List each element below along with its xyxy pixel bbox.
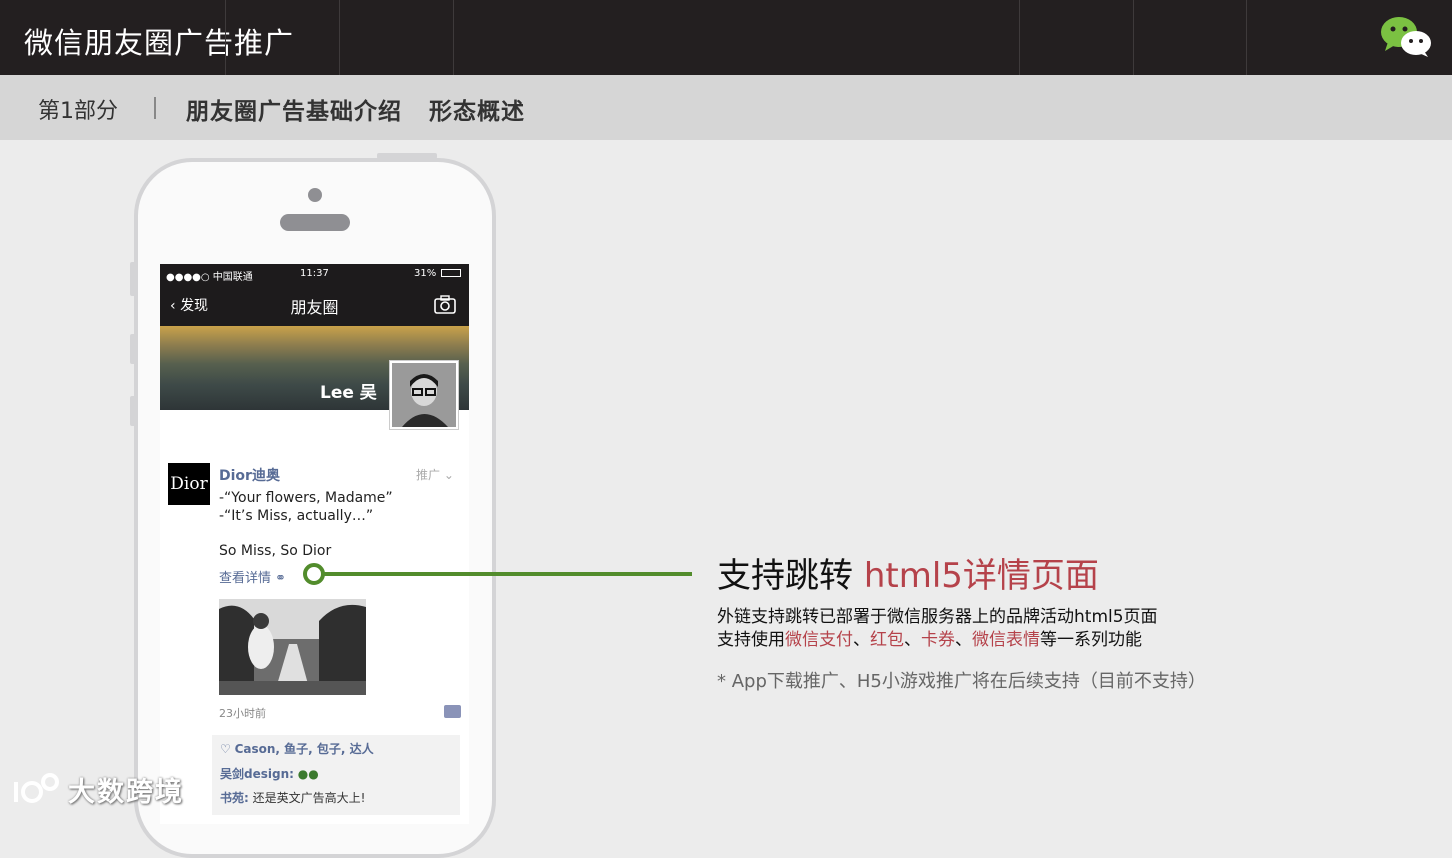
- likes-row: ♡ Cason, 鱼子, 包子, 达人: [220, 740, 374, 757]
- frog-emoji-icon: ●●: [297, 767, 319, 781]
- post-text-line: So Miss, So Dior: [219, 543, 332, 559]
- divider: [453, 0, 454, 75]
- callout-anchor-ring: [303, 563, 325, 585]
- watermark-logo-icon: [14, 773, 59, 803]
- carrier-signal: ●●●●○ 中国联通: [166, 272, 253, 283]
- post-author[interactable]: Dior迪奥: [219, 465, 280, 485]
- divider: [1019, 0, 1020, 75]
- battery-icon: [441, 269, 461, 277]
- post-photo[interactable]: [219, 599, 366, 695]
- divider: [1133, 0, 1134, 75]
- feature-coupon: 卡券: [921, 630, 955, 650]
- avatar-photo: [392, 363, 456, 427]
- status-time: 11:37: [300, 268, 329, 279]
- callout-note: * App下载推广、H5小游戏推广将在后续支持（目前不支持）: [717, 671, 1206, 692]
- camera-icon[interactable]: [434, 294, 456, 314]
- comment-row: 书苑: 还是英文广告高大上!: [220, 789, 365, 806]
- avatar[interactable]: [389, 360, 459, 430]
- feature-delimiter: 、: [955, 630, 972, 650]
- chevron-down-icon: ⌄: [443, 468, 454, 482]
- feature-wechat-pay: 微信支付: [785, 630, 853, 650]
- view-details-label: 查看详情: [219, 571, 272, 586]
- top-bar: 微信朋友圈广告推广: [0, 0, 1452, 75]
- heart-icon: ♡: [220, 742, 235, 756]
- callout-title-highlight: html5详情页面: [863, 556, 1099, 596]
- divider: [225, 0, 226, 75]
- post-text-line: -“Your flowers, Madame”: [219, 490, 393, 506]
- link-icon: ⚭: [275, 571, 287, 586]
- page-title: 微信朋友圈广告推广: [24, 26, 295, 60]
- divider: [339, 0, 340, 75]
- wechat-logo-icon: [1381, 17, 1431, 57]
- view-details-link[interactable]: 查看详情 ⚭: [219, 567, 286, 586]
- nav-title: 朋友圈: [290, 298, 339, 317]
- liker-names[interactable]: Cason, 鱼子, 包子, 达人: [235, 742, 374, 756]
- divider: [1246, 0, 1247, 75]
- callout-line-1: 外链支持跳转已部署于微信服务器上的品牌活动html5页面: [717, 607, 1158, 627]
- likes-comments-panel: ♡ Cason, 鱼子, 包子, 达人 吴剑design: ●● 书苑: 还是英…: [212, 735, 460, 815]
- section-heading: 朋友圈广告基础介绍 形态概述: [186, 99, 526, 125]
- feature-red-packet: 红包: [870, 630, 904, 650]
- feature-wechat-sticker: 微信表情: [972, 630, 1040, 650]
- section-bar: 第1部分 朋友圈广告基础介绍 形态概述: [0, 75, 1452, 140]
- section-separator: [154, 97, 156, 119]
- line2-suffix: 等一系列功能: [1040, 630, 1142, 650]
- comment-user[interactable]: 书苑:: [220, 791, 249, 805]
- section-part: 第1部分: [38, 99, 118, 124]
- brand-logo[interactable]: Dior: [168, 463, 210, 505]
- comment-icon[interactable]: [444, 705, 461, 718]
- feature-delimiter: 、: [904, 630, 921, 650]
- line2-prefix: 支持使用: [717, 630, 785, 650]
- promoted-label: 推广: [416, 468, 441, 482]
- promoted-tag[interactable]: 推广 ⌄: [416, 466, 454, 483]
- status-bar: ●●●●○ 中国联通 11:37 31%: [160, 264, 469, 284]
- callout-connector-line: [322, 572, 692, 576]
- comment-user[interactable]: 吴剑design:: [220, 767, 294, 781]
- watermark-text: 大数跨境: [68, 777, 184, 808]
- nav-bar: ‹ 发现 朋友圈: [160, 284, 469, 326]
- callout-title-text: 支持跳转: [717, 556, 853, 596]
- front-camera: [308, 188, 322, 202]
- profile-name: Lee 吴: [320, 383, 377, 403]
- phone-screen: ●●●●○ 中国联通 11:37 31% ‹ 发现 朋友圈 Lee 吴 Dior…: [160, 264, 469, 824]
- comment-text: 还是英文广告高大上!: [252, 791, 366, 805]
- feature-delimiter: 、: [853, 630, 870, 650]
- battery-level: 31%: [414, 268, 437, 279]
- post-text-line: -“It’s Miss, actually…”: [219, 508, 374, 524]
- comment-row: 吴剑design: ●●: [220, 765, 319, 782]
- callout-line-2: 支持使用微信支付、红包、卡券、微信表情等一系列功能: [717, 625, 1142, 650]
- callout-title: 支持跳转 html5详情页面: [717, 548, 1099, 597]
- phone-speaker: [280, 214, 350, 231]
- post-time: 23小时前: [219, 707, 266, 720]
